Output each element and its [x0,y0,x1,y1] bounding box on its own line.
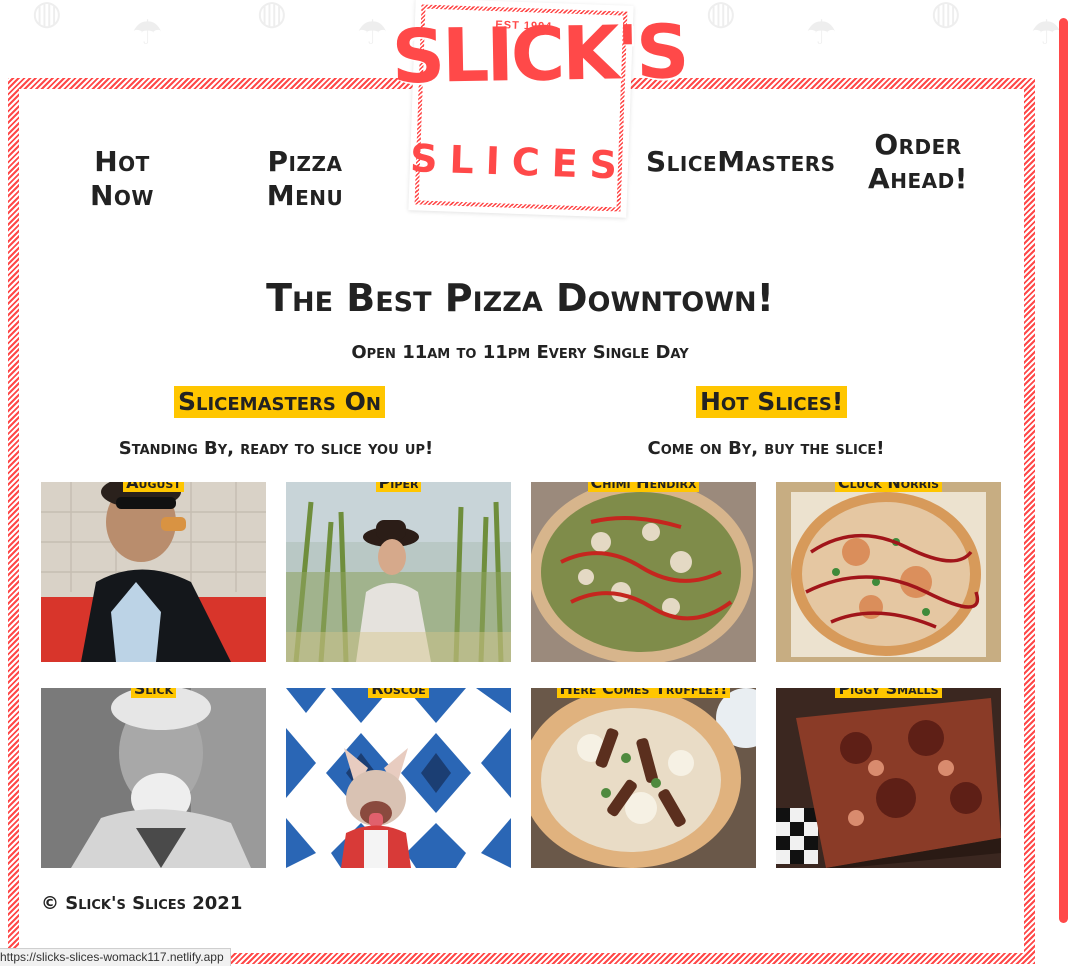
background-pizza-icon: ◍ [706,0,736,32]
nav-slicemasters[interactable]: SliceMasters [646,145,835,179]
slicemasters-section-title: Slicemasters On [174,386,385,418]
nav-pizza-menu[interactable]: Pizza Menu [232,145,378,213]
footer-copyright: © Slick's Slices 2021 [41,893,243,914]
hours-text: Open 11am to 11pm Every Single Day [351,342,689,363]
pizza-card-cluck-norris[interactable]: Cluck Norris [776,482,1001,662]
nav-order-ahead[interactable]: Order Ahead! [858,128,978,196]
pizza-card-here-comes-truffle[interactable]: Here Comes Truffle!! [531,688,756,868]
slicemaster-photo-piper [286,482,511,662]
nav-hot-now[interactable]: Hot Now [60,145,184,213]
background-pizza-icon: ◍ [931,0,961,32]
logo-name-top: SLICK'S [391,9,688,101]
slicemaster-photo-roscoe [286,688,511,868]
background-pizza-icon: ◍ [257,0,287,32]
slicemaster-photo-august [41,482,266,662]
background-mushroom-icon: ☂ [1031,14,1062,52]
background-pizza-icon: ◍ [32,0,62,32]
slicemaster-card-august[interactable]: August [41,482,266,662]
site-logo[interactable]: EST 1994 SLICK'S SLICES [391,0,687,218]
logo-name-bottom: SLICES [409,136,630,188]
background-mushroom-icon: ☂ [132,14,163,52]
slicemaster-photo-slick [41,688,266,868]
pizza-photo-piggy-smalls [776,688,1001,868]
nav-order-ahead-line2: Ahead! [868,162,968,195]
hot-slices-section-title: Hot Slices! [696,386,848,418]
pizza-card-chimi-hendirx[interactable]: Chimi Hendirx [531,482,756,662]
hot-slices-subtitle: Come on By, buy the slice! [647,438,885,459]
status-bar-url: https://slicks-slices-womack117.netlify.… [0,948,231,966]
slicemaster-card-slick[interactable]: Slick [41,688,266,868]
slicemasters-subtitle: Standing By, ready to slice you up! [118,438,434,459]
pizza-photo-here-comes-truffle [531,688,756,868]
background-mushroom-icon: ☂ [357,14,388,52]
slicemaster-card-piper[interactable]: Piper [286,482,511,662]
nav-order-ahead-line1: Order [874,128,962,161]
background-mushroom-icon: ☂ [806,14,837,52]
page-title: The Best Pizza Downtown! [266,276,774,320]
vertical-scrollbar[interactable] [1059,18,1068,923]
pizza-photo-cluck-norris [776,482,1001,662]
slicemaster-card-roscoe[interactable]: Roscoe [286,688,511,868]
pizza-card-piggy-smalls[interactable]: Piggy Smalls [776,688,1001,868]
pizza-photo-chimi-hendirx [531,482,756,662]
